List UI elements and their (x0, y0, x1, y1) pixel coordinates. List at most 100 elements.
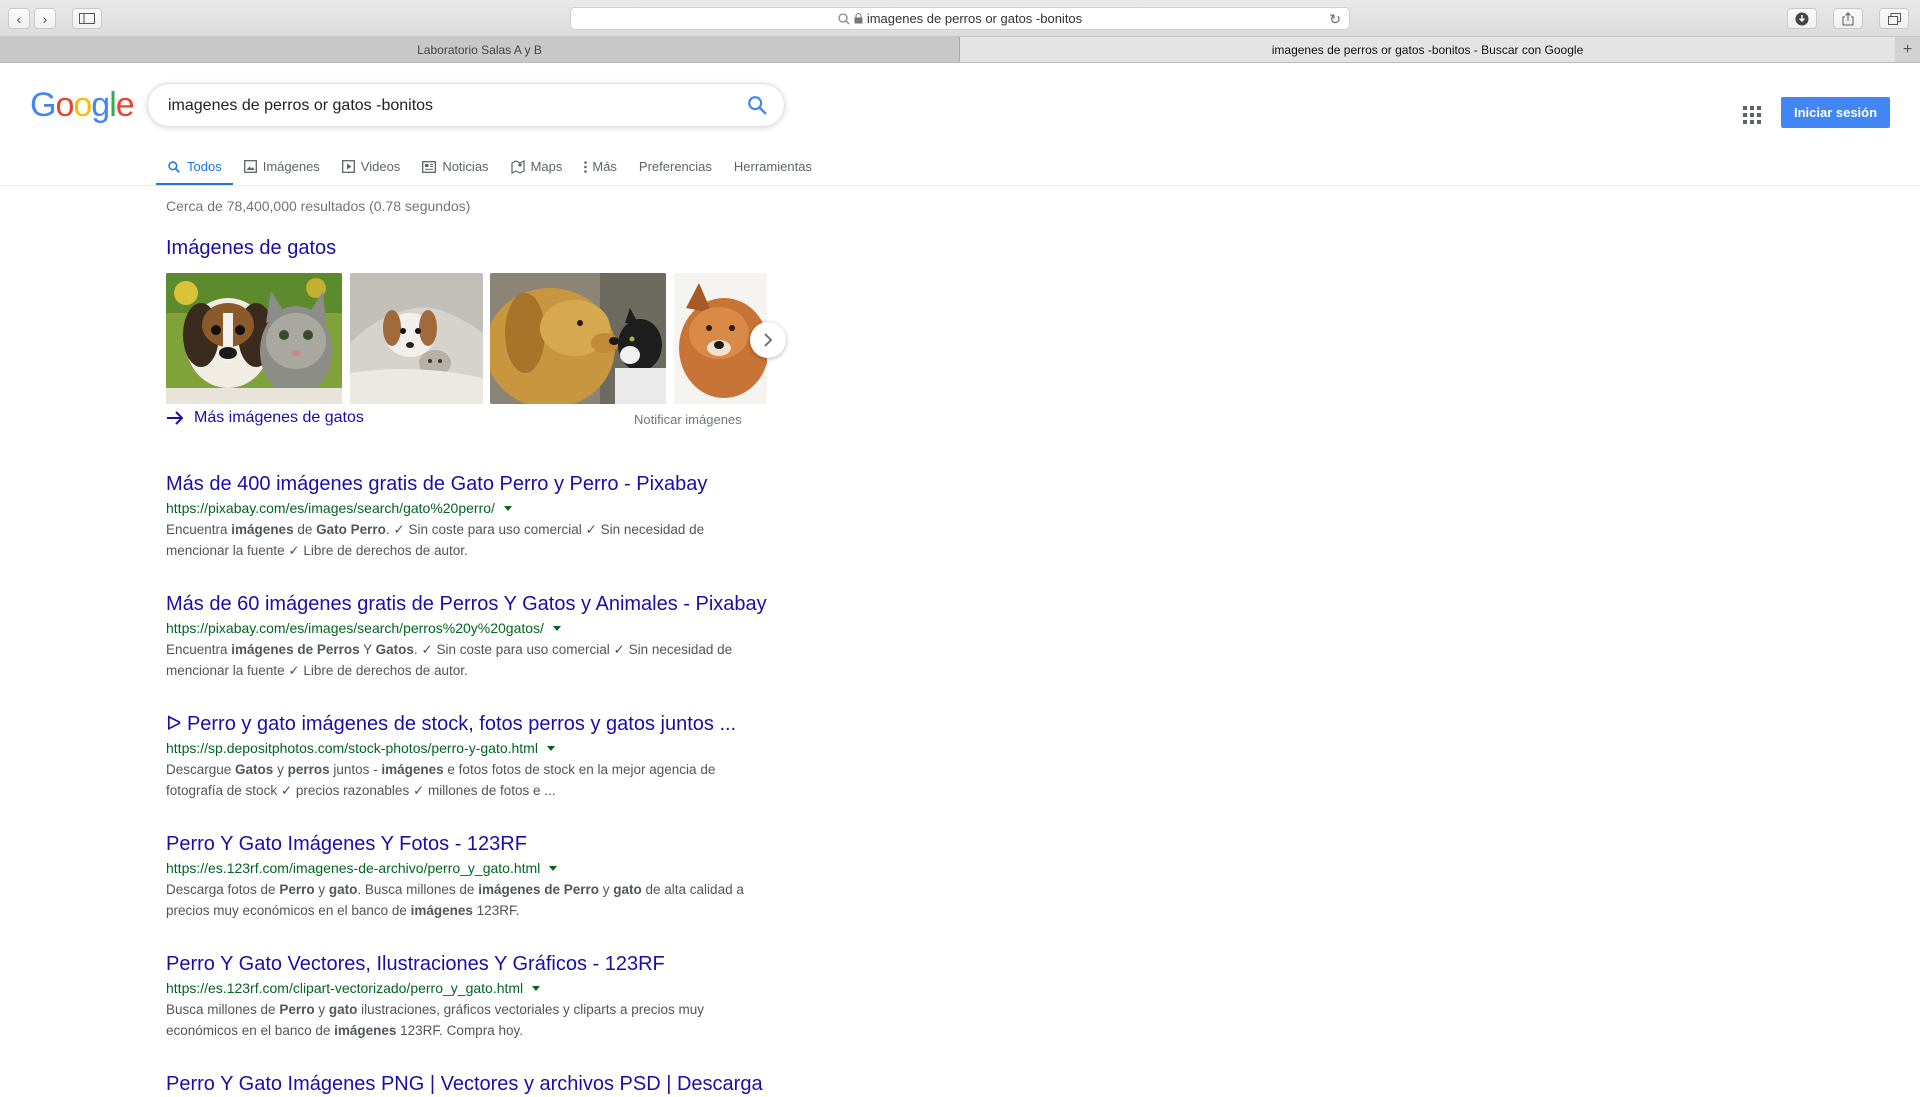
more-images-label: Más imágenes de gatos (194, 409, 364, 426)
tab-label: Más (592, 159, 617, 174)
sidebar-icon (79, 13, 95, 24)
share-icon (1842, 11, 1854, 25)
result-url: https://es.123rf.com/clipart-vectorizado… (166, 978, 776, 998)
image-thumbnail-dog-cat-blanket[interactable] (350, 273, 483, 404)
downloads-button[interactable] (1787, 8, 1817, 29)
caret-down-icon[interactable] (503, 505, 512, 511)
download-icon (1795, 12, 1809, 25)
result-title-link[interactable]: Más de 400 imágenes gratis de Gato Perro… (166, 471, 776, 497)
tab-imagenes[interactable]: Imágenes (233, 150, 331, 183)
image-carousel-next-button[interactable] (750, 322, 786, 358)
more-vertical-icon (584, 160, 588, 173)
tab-bar: Laboratorio Salas A y B imagenes de perr… (0, 37, 1920, 63)
tab-herramientas[interactable]: Herramientas (723, 150, 823, 183)
nav-divider (0, 185, 1920, 186)
tab-videos[interactable]: Videos (331, 150, 412, 183)
tab-label: Preferencias (638, 159, 712, 174)
result-title-link[interactable]: Perro Y Gato Imágenes PNG | Vectores y a… (166, 1071, 776, 1097)
arrow-right-icon (167, 411, 184, 425)
search-result-partial: Perro Y Gato Imágenes PNG | Vectores y a… (166, 1071, 776, 1097)
forward-button[interactable]: › (34, 8, 56, 29)
plus-icon: + (1902, 40, 1913, 58)
signin-button[interactable]: Iniciar sesión (1781, 97, 1890, 128)
result-url: https://pixabay.com/es/images/search/gat… (166, 498, 776, 518)
address-bar[interactable]: imagenes de perros or gatos -bonitos ↻ (570, 7, 1350, 30)
caret-down-icon[interactable] (546, 745, 555, 751)
result-snippet: Encuentra imágenes de Perros Y Gatos. ✓ … (166, 642, 733, 678)
result-snippet: Descarga fotos de Perro y gato. Busca mi… (166, 882, 744, 918)
google-logo[interactable]: Google (30, 86, 135, 125)
result-url-text: https://pixabay.com/es/images/search/gat… (166, 500, 495, 516)
logo-letter: G (30, 86, 56, 124)
logo-letter: g (91, 86, 110, 124)
caret-down-icon[interactable] (552, 625, 561, 631)
report-images-link[interactable]: Notificar imágenes (634, 412, 742, 427)
tab-laboratorio[interactable]: Laboratorio Salas A y B (0, 37, 960, 62)
caret-down-icon[interactable] (549, 865, 558, 871)
share-button[interactable] (1833, 8, 1863, 29)
more-images-link[interactable]: Más imágenes de gatos (166, 409, 364, 427)
tab-google-search[interactable]: imagenes de perros or gatos -bonitos - B… (960, 37, 1895, 62)
result-title-link[interactable]: Perro Y Gato Vectores, Ilustraciones Y G… (166, 951, 776, 977)
tabs-overview-button[interactable] (1879, 8, 1909, 29)
search-result: Más de 400 imágenes gratis de Gato Perro… (166, 471, 776, 561)
result-title-link[interactable]: Perro Y Gato Imágenes Y Fotos - 123RF (166, 831, 776, 857)
search-icon[interactable] (746, 94, 768, 116)
tab-label: Maps (530, 159, 563, 174)
result-stats: Cerca de 78,400,000 resultados (0.78 seg… (166, 198, 471, 214)
logo-letter: o (73, 86, 92, 124)
logo-letter: e (115, 86, 135, 124)
search-nav: Todos Imágenes Videos Noticias Maps Más … (156, 150, 823, 186)
result-title-link[interactable]: Más de 60 imágenes gratis de Perros Y Ga… (166, 591, 776, 617)
tab-label: imagenes de perros or gatos -bonitos - B… (1271, 42, 1584, 57)
result-url: https://es.123rf.com/imagenes-de-archivo… (166, 858, 776, 878)
caret-down-icon[interactable] (532, 985, 541, 991)
result-url-text: https://sp.depositphotos.com/stock-photo… (166, 740, 538, 756)
result-title-link[interactable]: ᐅ Perro y gato imágenes de stock, fotos … (166, 711, 776, 737)
tab-todos[interactable]: Todos (156, 150, 233, 186)
map-icon (510, 159, 525, 174)
image-thumbnail-puppy-kitten[interactable] (166, 273, 342, 404)
search-icon (168, 160, 180, 173)
tab-label: Herramientas (733, 159, 812, 174)
tab-mas[interactable]: Más (573, 150, 628, 183)
chevron-left-icon: ‹ (16, 10, 22, 27)
tab-label: Videos (360, 159, 401, 174)
search-input[interactable]: imagenes de perros or gatos -bonitos (168, 97, 433, 115)
tab-noticias[interactable]: Noticias (411, 150, 499, 183)
news-icon (422, 160, 437, 173)
result-snippet: Descargue Gatos y perros juntos - imágen… (166, 762, 716, 798)
result-snippet: Busca millones de Perro y gato ilustraci… (166, 1002, 704, 1038)
chevron-right-icon: › (42, 10, 48, 27)
new-tab-button[interactable]: + (1895, 37, 1920, 62)
result-url: https://sp.depositphotos.com/stock-photo… (166, 738, 776, 758)
tabs-icon (1887, 12, 1901, 25)
logo-letter: o (55, 86, 74, 124)
tab-label: Noticias (442, 159, 489, 174)
image-pack-header[interactable]: Imágenes de gatos (166, 237, 336, 260)
search-result: Perro Y Gato Imágenes Y Fotos - 123RF ht… (166, 831, 776, 921)
search-box[interactable]: imagenes de perros or gatos -bonitos (147, 83, 785, 127)
result-url: https://pixabay.com/es/images/search/per… (166, 618, 776, 638)
tab-label: Todos (187, 159, 222, 174)
tab-label: Laboratorio Salas A y B (417, 42, 542, 57)
back-button[interactable]: ‹ (8, 8, 30, 29)
image-icon (243, 160, 257, 173)
sidebar-button[interactable] (72, 8, 102, 29)
result-url-text: https://es.123rf.com/imagenes-de-archivo… (166, 860, 541, 876)
chevron-right-icon (764, 333, 773, 347)
reload-icon[interactable]: ↻ (1329, 11, 1341, 28)
tab-maps[interactable]: Maps (500, 150, 574, 183)
lock-icon (854, 13, 863, 24)
tab-preferencias[interactable]: Preferencias (628, 150, 723, 183)
result-snippet: Encuentra imágenes de Gato Perro. ✓ Sin … (166, 522, 705, 558)
result-url-text: https://es.123rf.com/clipart-vectorizado… (166, 980, 524, 996)
address-text: imagenes de perros or gatos -bonitos (866, 11, 1083, 26)
apps-grid-icon[interactable] (1743, 106, 1761, 124)
result-url-text: https://pixabay.com/es/images/search/per… (166, 620, 544, 636)
search-result: ᐅ Perro y gato imágenes de stock, fotos … (166, 711, 776, 801)
image-thumbnail-golden-retriever-cat[interactable] (490, 273, 666, 404)
tab-label: Imágenes (262, 159, 320, 174)
video-icon (341, 160, 355, 173)
search-icon (838, 12, 850, 24)
